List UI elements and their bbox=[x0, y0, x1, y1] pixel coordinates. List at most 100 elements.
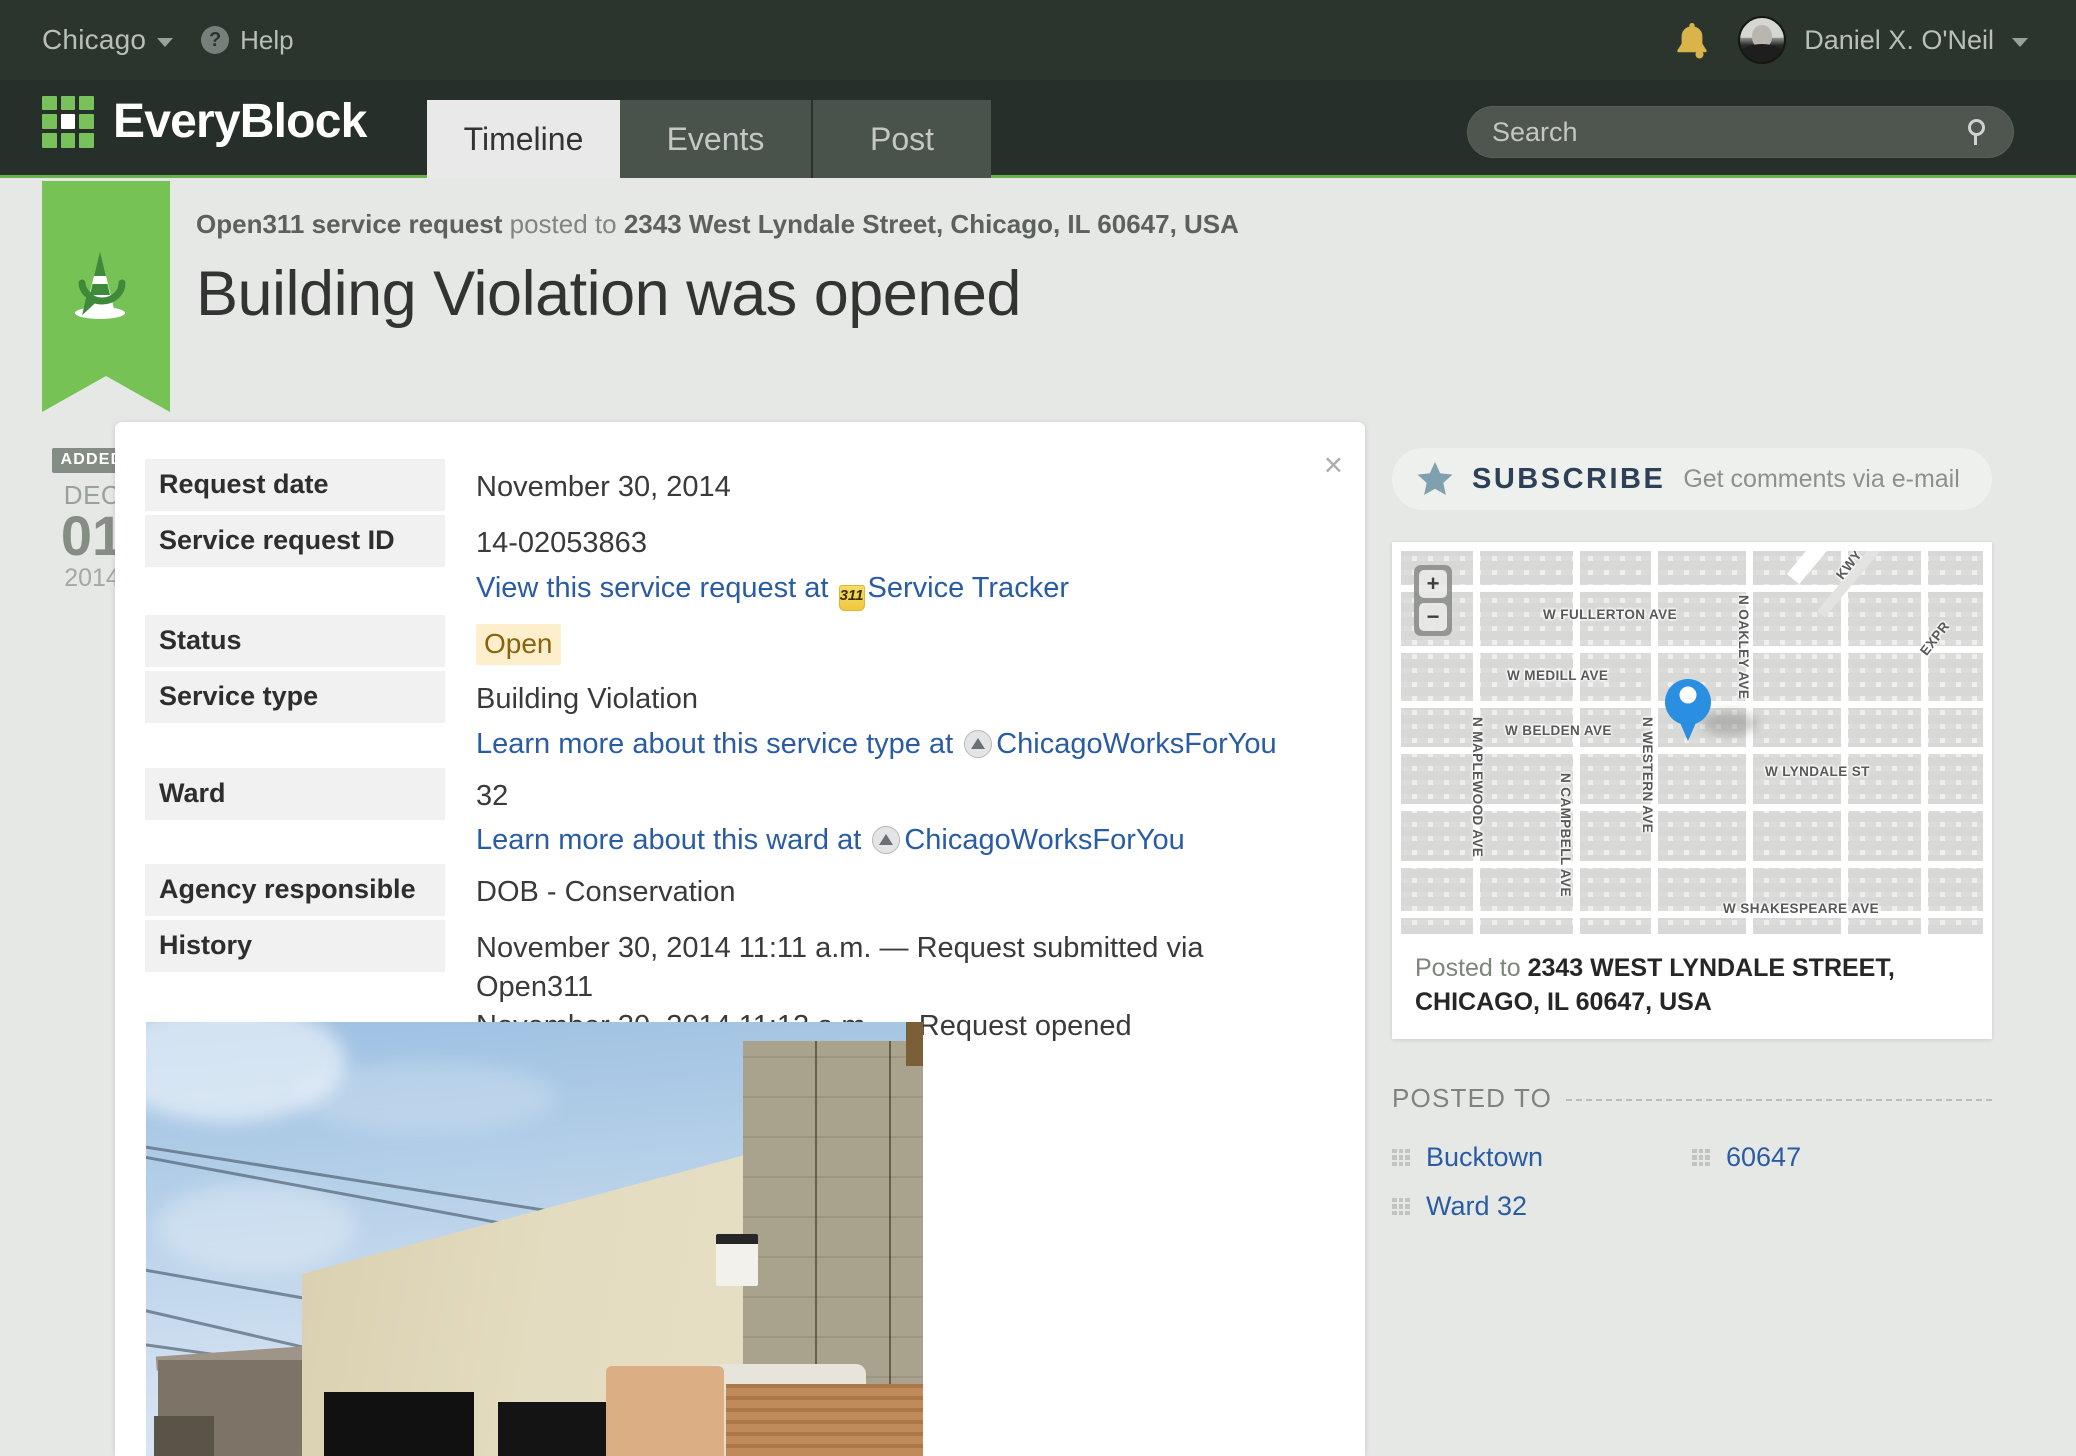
subscribe-bar[interactable]: SUBSCRIBE Get comments via e-mail bbox=[1392, 448, 1992, 510]
map-street-label: W FULLERTON AVE bbox=[1543, 607, 1677, 622]
link-text: ChicagoWorksForYou bbox=[904, 824, 1185, 857]
search-input[interactable] bbox=[1490, 115, 1965, 149]
map-street-label: W LYNDALE ST bbox=[1765, 764, 1870, 779]
link-text: ChicagoWorksForYou bbox=[996, 727, 1277, 760]
detail-row-request-date: Request date November 30, 2014 bbox=[145, 459, 1325, 511]
main-nav-bar: EveryBlock Timeline Events Post bbox=[0, 80, 2076, 178]
map-caption-prefix: Posted to bbox=[1415, 954, 1528, 982]
map-zoom-controls: + − bbox=[1414, 565, 1452, 636]
page-header: Open311 service request posted to 2343 W… bbox=[0, 181, 2076, 418]
posted-to-link-zip[interactable]: 60647 bbox=[1692, 1142, 1992, 1173]
detail-label: Service type bbox=[145, 670, 445, 723]
link-prefix: Learn more about this ward at bbox=[476, 824, 870, 857]
attached-photo bbox=[146, 1022, 923, 1456]
link-text: Service Tracker bbox=[867, 571, 1069, 604]
map-card: W FULLERTON AVE W MEDILL AVE W BELDEN AV… bbox=[1392, 542, 1992, 1039]
chicagoworksforyou-icon bbox=[964, 729, 993, 758]
detail-value: Open bbox=[445, 615, 1325, 667]
service-type-more-link[interactable]: Learn more about this service type at Ch… bbox=[476, 728, 1277, 760]
posted-to-link-bucktown[interactable]: Bucktown bbox=[1392, 1142, 1692, 1173]
service-tracker-line: View this service request at 311 Service … bbox=[476, 569, 1325, 611]
top-utility-bar: Chicago ? Help Daniel X. O'Neil bbox=[0, 0, 2076, 80]
subscribe-title: SUBSCRIBE bbox=[1472, 462, 1666, 495]
page-title: Building Violation was opened bbox=[196, 259, 1021, 329]
service-request-details: Request date November 30, 2014 Service r… bbox=[145, 459, 1325, 1050]
brand-name: EveryBlock bbox=[113, 95, 367, 148]
detail-value: 32 Learn more about this ward at Chicago… bbox=[445, 768, 1325, 861]
question-mark-icon: ? bbox=[201, 26, 230, 54]
help-link[interactable]: ? Help bbox=[201, 25, 294, 56]
map-zoom-in-button[interactable]: + bbox=[1419, 570, 1447, 598]
history-entry: November 30, 2014 11:11 a.m. — Request s… bbox=[476, 932, 1204, 1004]
avatar bbox=[1738, 16, 1787, 64]
detail-value: DOB - Conservation bbox=[445, 864, 1325, 916]
chevron-down-icon bbox=[2012, 37, 2028, 47]
tab-timeline[interactable]: Timeline bbox=[427, 100, 620, 178]
grid-icon bbox=[1392, 1197, 1410, 1216]
top-bar-left: Chicago ? Help bbox=[0, 24, 294, 56]
link-prefix: View this service request at bbox=[476, 571, 837, 604]
map-street-label: W SHAKESPEARE AVE bbox=[1723, 901, 1880, 916]
tab-post[interactable]: Post bbox=[813, 100, 991, 178]
posted-to-header: POSTED TO bbox=[1392, 1083, 1992, 1114]
tab-events[interactable]: Events bbox=[620, 100, 813, 178]
status-badge: Open bbox=[476, 623, 561, 666]
nav-tabs: Timeline Events Post bbox=[427, 100, 991, 178]
detail-label: Agency responsible bbox=[145, 864, 445, 917]
map-street-label: N CAMPBELL AVE bbox=[1558, 773, 1573, 897]
close-icon[interactable]: × bbox=[1324, 448, 1343, 481]
top-bar-right: Daniel X. O'Neil bbox=[1672, 16, 2076, 64]
map-street-label: W BELDEN AVE bbox=[1505, 723, 1612, 738]
kicker-address: 2343 West Lyndale Street, Chicago, IL 60… bbox=[623, 209, 1239, 239]
link-text: 60647 bbox=[1726, 1142, 1802, 1172]
ward-value: 32 bbox=[476, 779, 509, 812]
detail-value: 14-02053863 View this service request at… bbox=[445, 515, 1325, 611]
city-name: Chicago bbox=[42, 24, 147, 55]
link-prefix: Learn more about this service type at bbox=[476, 727, 962, 760]
chicagoworksforyou-icon bbox=[872, 826, 901, 855]
detail-label: Request date bbox=[145, 459, 445, 511]
notification-bell-icon[interactable] bbox=[1672, 19, 1712, 61]
subscribe-subtitle: Get comments via e-mail bbox=[1683, 464, 1960, 493]
grid-icon bbox=[1692, 1148, 1710, 1167]
grid-icon bbox=[1392, 1148, 1410, 1167]
location-map[interactable]: W FULLERTON AVE W MEDILL AVE W BELDEN AV… bbox=[1401, 551, 1983, 934]
detail-value: Building Violation Learn more about this… bbox=[445, 671, 1325, 764]
link-text: Ward 32 bbox=[1426, 1191, 1528, 1221]
service-type-value: Building Violation bbox=[476, 682, 698, 715]
detail-row-service-type: Service type Building Violation Learn mo… bbox=[145, 670, 1325, 764]
posted-to-links: Bucktown 60647 Ward 32 bbox=[1392, 1142, 1992, 1240]
search-box[interactable] bbox=[1467, 106, 2014, 158]
detail-label: History bbox=[145, 920, 445, 973]
map-street-label: N MAPLEWOOD AVE bbox=[1470, 717, 1485, 858]
detail-row-agency: Agency responsible DOB - Conservation bbox=[145, 864, 1325, 917]
detail-label: Status bbox=[145, 614, 445, 667]
agency-value: DOB - Conservation bbox=[476, 876, 736, 909]
kicker-strong: Open311 service request bbox=[196, 209, 503, 239]
detail-label: Service request ID bbox=[145, 515, 445, 567]
map-zoom-out-button[interactable]: − bbox=[1419, 603, 1447, 631]
brand-logo-link[interactable]: EveryBlock bbox=[42, 94, 367, 149]
kicker-mid: posted to bbox=[502, 209, 624, 239]
detail-row-service-request-id: Service request ID 14-02053863 View this… bbox=[145, 515, 1325, 611]
detail-row-status: Status Open bbox=[145, 614, 1325, 667]
311-badge-icon: 311 bbox=[838, 584, 865, 611]
posted-to-link-ward[interactable]: Ward 32 bbox=[1392, 1191, 1692, 1222]
city-selector[interactable]: Chicago bbox=[42, 24, 174, 56]
category-ribbon bbox=[42, 181, 170, 412]
service-type-link-line: Learn more about this service type at Ch… bbox=[476, 725, 1325, 764]
service-request-id-value: 14-02053863 bbox=[476, 527, 647, 559]
everyblock-grid-logo-icon bbox=[42, 95, 94, 148]
detail-label: Ward bbox=[145, 767, 445, 820]
search-icon[interactable] bbox=[1965, 119, 1991, 145]
user-menu[interactable]: Daniel X. O'Neil bbox=[1738, 16, 2028, 64]
detail-value: November 30, 2014 bbox=[445, 459, 1325, 511]
service-tracker-link[interactable]: View this service request at 311 Service … bbox=[476, 571, 1069, 611]
request-date-value: November 30, 2014 bbox=[476, 471, 731, 503]
right-sidebar: SUBSCRIBE Get comments via e-mail W FULL… bbox=[1392, 448, 1992, 1240]
page-header-text: Open311 service request posted to 2343 W… bbox=[196, 209, 1239, 330]
ward-more-link[interactable]: Learn more about this ward at ChicagoWor… bbox=[476, 824, 1185, 856]
map-caption: Posted to 2343 WEST LYNDALE STREET, CHIC… bbox=[1401, 934, 1983, 1039]
map-tiles bbox=[1401, 551, 1983, 934]
map-pin-icon bbox=[1665, 679, 1711, 741]
